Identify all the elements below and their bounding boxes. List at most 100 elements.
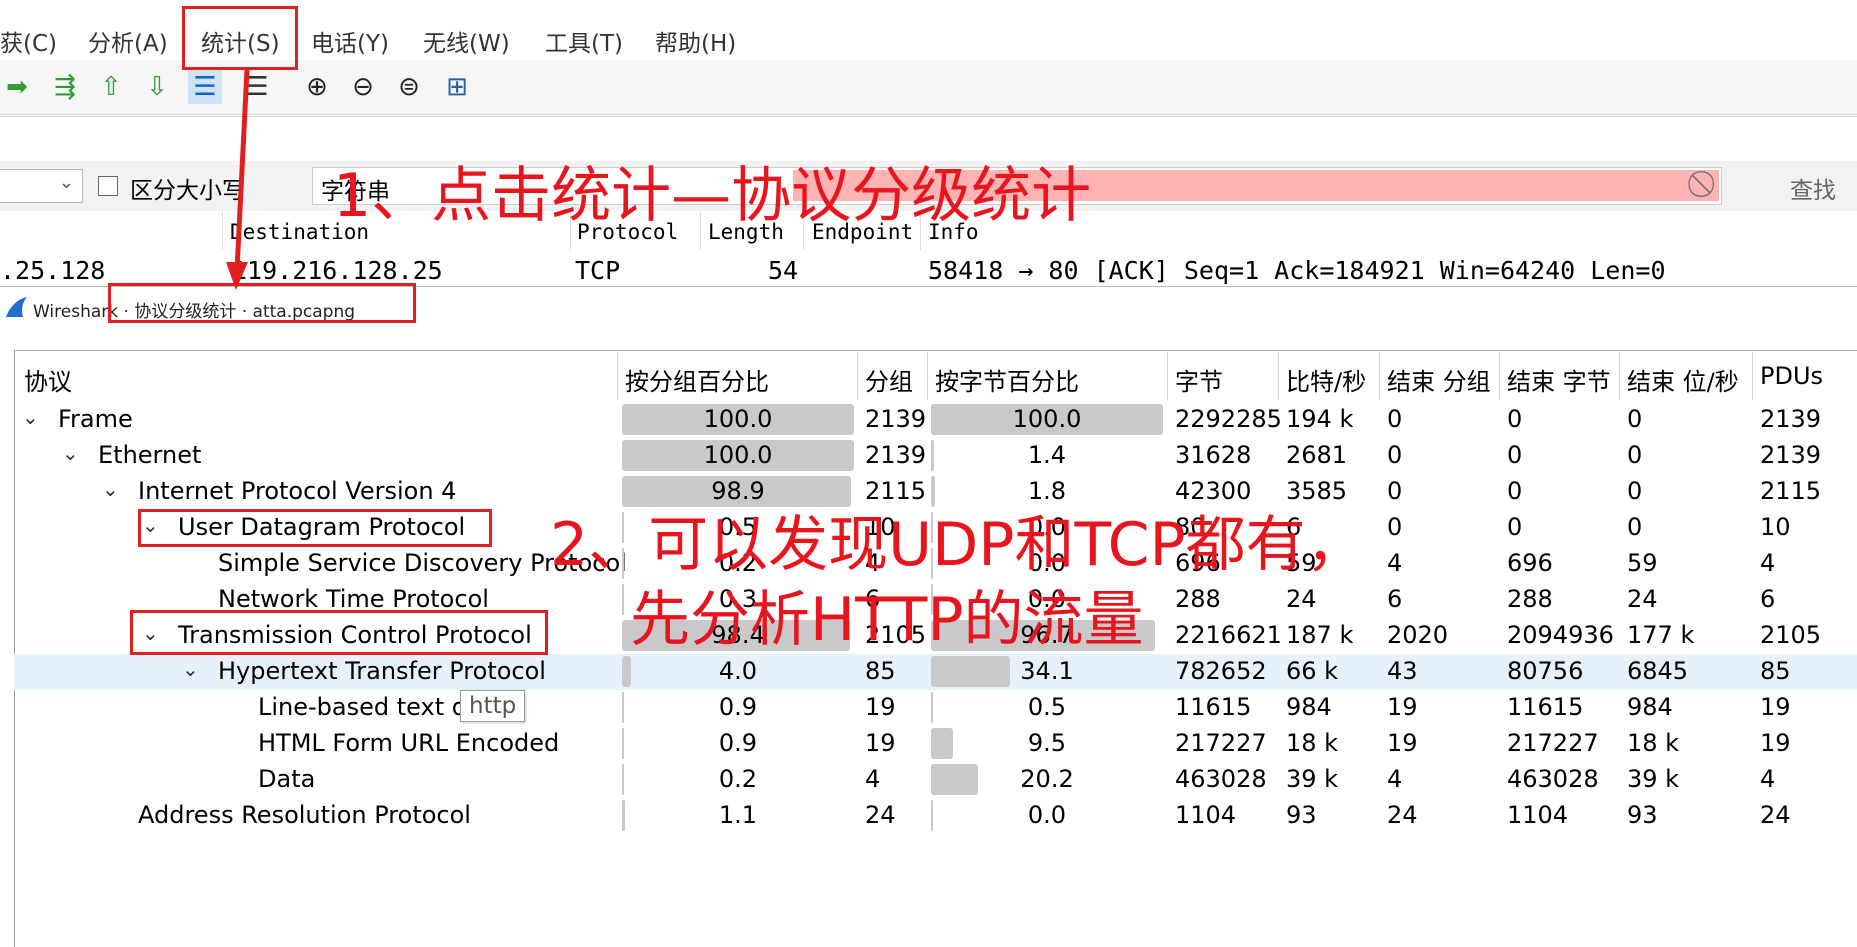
menu-analyze[interactable]: 分析(A) — [88, 24, 168, 58]
find-scope-select[interactable]: ⌄ — [0, 169, 83, 203]
cell-packets: 4 — [865, 765, 881, 793]
cell-bps: 24 — [1286, 585, 1317, 613]
packet-info: 58418 → 80 [ACK] Seq=1 Ack=184921 Win=64… — [928, 256, 1666, 285]
annotation-box-statistics-menu — [182, 6, 298, 70]
cell-end-packets: 6 — [1387, 585, 1403, 613]
expander-chevron-icon[interactable]: ⌄ — [62, 441, 79, 465]
cell-end-packets: 24 — [1387, 801, 1418, 829]
cell-end-bps: 93 — [1627, 801, 1658, 829]
display-filter-bar[interactable] — [0, 116, 1857, 162]
header-pct-packets[interactable]: 按分组百分比 — [625, 362, 769, 397]
packet-list-row[interactable]: .25.128 119.216.128.25 TCP 54 58418 → 80… — [0, 252, 1857, 287]
protocol-name: Network Time Protocol — [218, 585, 489, 613]
packet-length: 54 — [768, 256, 799, 285]
header-bps[interactable]: 比特/秒 — [1286, 362, 1366, 397]
zoom-out-icon[interactable]: ⊖ — [346, 70, 380, 104]
annotation-box-udp — [138, 509, 492, 547]
header-protocol[interactable]: 协议 — [24, 362, 72, 397]
cell-end-packets: 0 — [1387, 513, 1403, 541]
table-row[interactable]: ⌄ Frame 100.0 100.0 2139 2292285 194 k 0 0 0 2139 — [14, 402, 1857, 438]
cell-end-bps: 0 — [1627, 513, 1643, 541]
annotation-box-stats-title — [108, 283, 416, 323]
expander-chevron-icon[interactable]: ⌄ — [22, 405, 39, 429]
auto-scroll-icon[interactable]: ☰ — [188, 70, 222, 104]
cell-end-bps: 6845 — [1627, 657, 1689, 685]
cell-packets: 24 — [865, 801, 896, 829]
protocol-name: Ethernet — [98, 441, 202, 469]
cell-pdus: 2139 — [1760, 405, 1822, 433]
protocol-name: HTML Form URL Encoded — [258, 729, 560, 757]
cell-bytes: 1104 — [1175, 801, 1237, 829]
zoom-normal-icon[interactable]: ⊜ — [392, 70, 426, 104]
protocol-name: Internet Protocol Version 4 — [138, 477, 457, 505]
cell-packets: 2115 — [865, 477, 927, 505]
header-end-bps[interactable]: 结束 位/秒 — [1627, 362, 1739, 397]
cell-pdus: 10 — [1760, 513, 1791, 541]
table-row[interactable]: Address Resolution Protocol 1.1 0.0 24 1104 9… — [14, 798, 1857, 834]
menu-telephony[interactable]: 电话(Y) — [311, 24, 389, 58]
cell-end-packets: 43 — [1387, 657, 1418, 685]
annotation-box-tcp — [130, 610, 548, 655]
expander-chevron-icon[interactable]: ⌄ — [102, 477, 119, 501]
table-row[interactable]: Line-based text d 0.9 0.5 19 11615 984 19 11615… — [14, 690, 1857, 726]
cell-end-bytes: 696 — [1507, 549, 1553, 577]
pct-packets-value: 0.2 — [718, 765, 758, 793]
cell-end-bps: 177 k — [1627, 621, 1695, 649]
find-button[interactable]: 查找 — [1790, 171, 1836, 205]
pct-packets-value: 1.1 — [718, 801, 758, 829]
packet-destination: 119.216.128.25 — [232, 256, 443, 285]
header-pdus[interactable]: PDUs — [1760, 362, 1823, 390]
cell-end-bytes: 80756 — [1507, 657, 1584, 685]
pct-bytes-value: 100.0 — [1012, 405, 1082, 433]
annotation-step1: 1、点击统计—协议分级统计 — [333, 161, 1092, 231]
header-end-bytes[interactable]: 结束 字节 — [1507, 362, 1611, 397]
resize-columns-icon[interactable]: ⊞ — [440, 70, 474, 104]
cell-end-bps: 0 — [1627, 477, 1643, 505]
header-packets[interactable]: 分组 — [865, 362, 913, 397]
cell-end-bytes: 1104 — [1507, 801, 1569, 829]
go-last-packet-icon[interactable]: ⇩ — [140, 70, 174, 104]
case-sensitive-checkbox[interactable] — [98, 176, 118, 196]
menu-capture[interactable]: 获(C) — [0, 24, 57, 58]
pct-packets-value: 100.0 — [703, 405, 773, 433]
pct-bytes-value: 9.5 — [1027, 729, 1067, 757]
cell-bps: 39 k — [1286, 765, 1339, 793]
go-to-packet-list-icon[interactable]: ⇶ — [48, 70, 82, 104]
cell-end-bps: 39 k — [1627, 765, 1680, 793]
go-first-packet-icon[interactable]: ⇧ — [94, 70, 128, 104]
table-row[interactable]: ⌄ Internet Protocol Version 4 98.9 1.8 2115 4… — [14, 474, 1857, 510]
cell-end-bps: 18 k — [1627, 729, 1680, 757]
header-bytes[interactable]: 字节 — [1175, 362, 1223, 397]
header-end-packets[interactable]: 结束 分组 — [1387, 362, 1491, 397]
table-row[interactable]: ⌄ Hypertext Transfer Protocol 4.0 34.1 85 782… — [14, 654, 1857, 690]
cell-end-bytes: 0 — [1507, 441, 1523, 469]
cell-pdus: 4 — [1760, 765, 1776, 793]
cell-end-bytes: 217227 — [1507, 729, 1599, 757]
pct-bytes-value: 0.0 — [1027, 801, 1067, 829]
menu-help[interactable]: 帮助(H) — [655, 24, 736, 58]
menu-wireless[interactable]: 无线(W) — [423, 24, 510, 58]
menu-tools[interactable]: 工具(T) — [545, 24, 623, 58]
table-row[interactable]: ⌄ Ethernet 100.0 1.4 2139 31628 2681 0 0 0 2139 — [14, 438, 1857, 474]
zoom-in-icon[interactable]: ⊕ — [300, 70, 334, 104]
colorize-icon[interactable]: ☰ — [240, 70, 274, 104]
table-row[interactable]: Data 0.2 20.2 4 463028 39 k 4 463028 39 k 4 — [14, 762, 1857, 798]
cell-end-packets: 2020 — [1387, 621, 1449, 649]
table-row[interactable]: HTML Form URL Encoded 0.9 9.5 19 217227 18 k 1… — [14, 726, 1857, 762]
cell-bps: 66 k — [1286, 657, 1339, 685]
pct-bytes-value: 1.4 — [1027, 441, 1067, 469]
cell-end-bytes: 463028 — [1507, 765, 1599, 793]
pct-bytes-value: 0.5 — [1027, 693, 1067, 721]
pct-packets-value: 0.9 — [718, 693, 758, 721]
cell-bytes: 42300 — [1175, 477, 1252, 505]
cell-bytes: 217227 — [1175, 729, 1267, 757]
go-to-packet-icon[interactable]: ➡ — [0, 70, 34, 104]
annotation-step2-line1: 2、可以发现UDP和TCP都有， — [550, 510, 1366, 580]
protocol-name: Line-based text d — [258, 693, 467, 721]
chevron-down-icon: ⌄ — [58, 172, 74, 193]
expander-chevron-icon[interactable]: ⌄ — [182, 657, 199, 681]
pct-packets-value: 0.9 — [718, 729, 758, 757]
protocol-name: Hypertext Transfer Protocol — [218, 657, 546, 685]
cell-end-bps: 984 — [1627, 693, 1673, 721]
header-pct-bytes[interactable]: 按字节百分比 — [935, 362, 1079, 397]
